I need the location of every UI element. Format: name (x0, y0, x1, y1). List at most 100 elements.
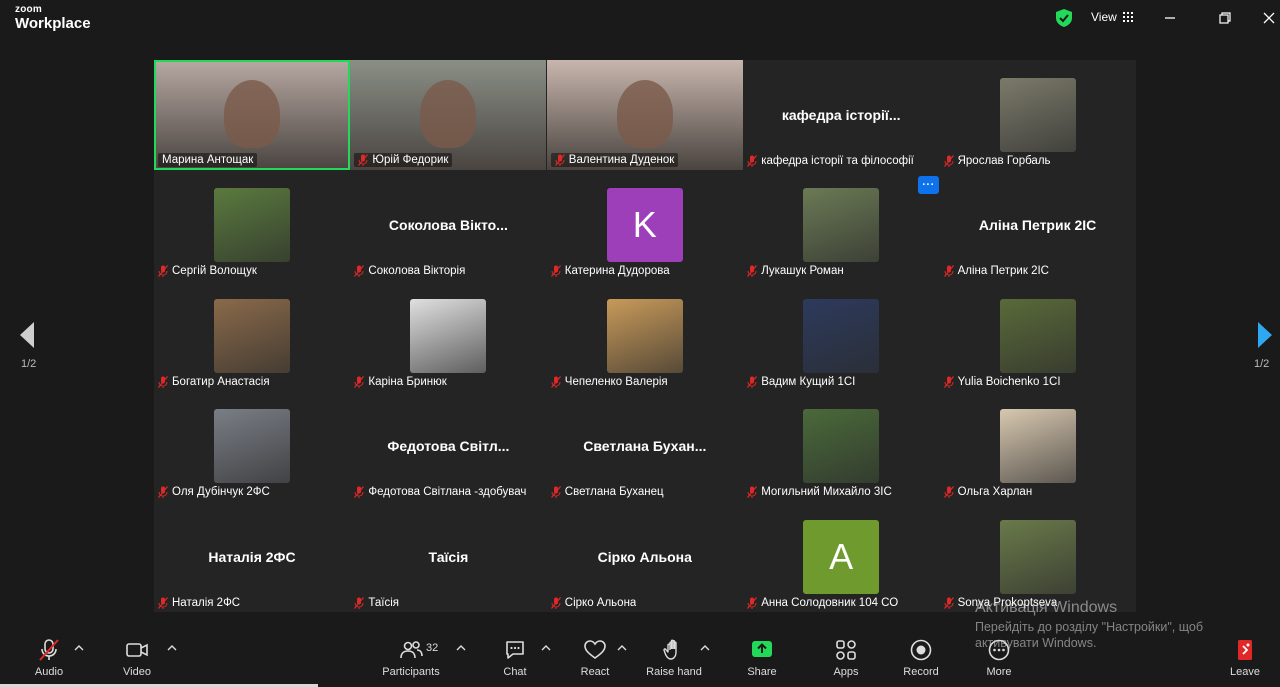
participant-tile[interactable]: Богатир Анастасія (154, 280, 350, 391)
participant-name-label: Катерина Дудорова (550, 265, 670, 278)
next-page-arrow-icon[interactable] (1254, 320, 1274, 350)
share-screen-button[interactable]: Share (730, 638, 794, 678)
record-button[interactable]: Record (889, 638, 953, 678)
muted-mic-icon (747, 155, 758, 167)
participant-tile[interactable]: Сірко Альона Сірко Альона (546, 501, 743, 612)
chat-options-chevron-icon[interactable] (541, 644, 551, 652)
participant-name-label: Наталія 2ФС (158, 597, 240, 609)
participant-name-label: Светлана Буханец (550, 486, 664, 499)
participant-tile[interactable]: Соколова Вікто... Соколова Вікторія (350, 170, 547, 281)
participant-name: Валентина Дуденок (568, 154, 675, 166)
participant-name-label: Федотова Світлана -здобувач (354, 486, 526, 499)
participant-tile[interactable]: Sonya Prokoptseva (939, 501, 1136, 612)
participant-name-label: Ольга Харлан (943, 486, 1033, 499)
video-button[interactable]: Video (105, 638, 169, 678)
muted-mic-icon (943, 596, 954, 609)
muted-microphone-icon (39, 639, 59, 661)
participant-display-name: кафедра історії... (781, 107, 901, 123)
muted-mic-icon (158, 375, 168, 388)
participant-avatar (803, 409, 880, 484)
participant-avatar (606, 298, 683, 373)
participant-tile[interactable]: Юрій Федорик (350, 60, 547, 170)
muted-mic-icon (554, 154, 565, 166)
participant-avatar (803, 188, 880, 263)
participant-display-name: Федотова Світл... (387, 438, 510, 455)
participant-name-label: Таїсія (354, 597, 399, 609)
tile-more-options-button[interactable]: ··· (918, 176, 939, 194)
muted-mic-icon (550, 265, 561, 278)
muted-mic-icon (354, 486, 365, 499)
participant-tile[interactable]: Валентина Дуденок (546, 60, 743, 170)
apps-label: Apps (833, 666, 859, 678)
participant-tile[interactable]: Аліна Петрик 2ІС Аліна Петрик 2ІС (939, 170, 1136, 281)
react-options-chevron-icon[interactable] (617, 644, 627, 652)
participant-tile[interactable]: Чепеленко Валерія (546, 280, 743, 391)
muted-mic-icon (747, 596, 758, 609)
participant-tile[interactable]: Каріна Бринюк (350, 280, 547, 391)
muted-mic-icon (747, 375, 758, 388)
participant-tile[interactable]: Федотова Світл... Федотова Світлана -здоб… (350, 391, 547, 502)
audio-button[interactable]: Audio (17, 638, 81, 678)
restore-button[interactable] (1215, 9, 1235, 27)
participant-name: Марина Антощак (162, 154, 254, 166)
participant-name: Ольга Харлан (957, 486, 1033, 499)
participant-tile[interactable]: Ярослав Горбаль (939, 60, 1136, 170)
participant-name: Аліна Петрик 2ІС (957, 265, 1049, 278)
close-button[interactable] (1259, 9, 1279, 27)
record-label: Record (903, 666, 939, 678)
participant-tile[interactable]: Марина Антощак (154, 60, 350, 170)
participant-name: Чепеленко Валерія (564, 375, 668, 388)
apps-button[interactable]: Apps (814, 638, 878, 678)
participant-initial-avatar: K (606, 188, 683, 263)
leave-button[interactable]: Leave (1213, 638, 1277, 678)
windows-activation-watermark: Активація Windows Перейдіть до розділу "… (975, 597, 1203, 652)
participant-tile[interactable]: Сергій Волощук (154, 170, 350, 281)
security-shield-icon[interactable] (1056, 9, 1072, 27)
participant-tile[interactable]: A Анна Солодовник 104 СО (743, 501, 940, 612)
view-label: View (1091, 10, 1117, 24)
view-button[interactable]: View (1091, 10, 1133, 24)
participant-tile[interactable]: Ольга Харлан (939, 391, 1136, 502)
participant-tile[interactable]: Могильний Михайло 3ІС (743, 391, 940, 502)
page-indicator-right: 1/2 (1254, 358, 1270, 370)
minimize-button[interactable] (1160, 9, 1180, 27)
participant-name-label: Вадим Кущий 1СІ (747, 376, 855, 388)
page-indicator-left: 1/2 (21, 358, 37, 370)
muted-mic-icon (943, 155, 954, 167)
raise-hand-button[interactable]: Raise hand (642, 638, 706, 678)
participant-avatar (999, 78, 1076, 152)
participant-avatar (803, 298, 880, 373)
participant-name-label: Могильний Михайло 3ІС (747, 486, 892, 499)
participants-options-chevron-icon[interactable] (456, 644, 466, 652)
participant-tile[interactable]: Оля Дубінчук 2ФС (154, 391, 350, 502)
participant-tile[interactable]: кафедра історії... кафедра історії та філ… (743, 60, 940, 170)
participant-tile[interactable]: Таїсія Таїсія (350, 501, 547, 612)
participants-icon (400, 641, 423, 659)
share-screen-icon (752, 641, 772, 657)
participant-count: 32 (426, 642, 439, 654)
participant-tile[interactable]: Yulia Boichenko 1CI (939, 280, 1136, 391)
participant-tile[interactable]: Лукашук Роман (743, 170, 940, 281)
participant-name: Yulia Boichenko 1CI (957, 375, 1061, 388)
participant-tile[interactable]: Наталія 2ФС Наталія 2ФС (154, 501, 350, 612)
participant-tile[interactable]: Вадим Кущий 1СІ (743, 280, 940, 391)
participant-tile[interactable]: Светлана Бухан... Светлана Буханец (546, 391, 743, 502)
muted-mic-icon (943, 265, 954, 278)
raise-hand-options-chevron-icon[interactable] (700, 644, 710, 652)
previous-page-arrow-icon[interactable] (18, 320, 38, 350)
app-logo: zoom Workplace (15, 4, 91, 32)
audio-options-chevron-icon[interactable] (74, 644, 84, 652)
participant-avatar (999, 298, 1076, 373)
chat-button[interactable]: Chat (483, 638, 547, 678)
participant-name-label: Анна Солодовник 104 СО (747, 597, 898, 609)
restore-icon (1219, 12, 1231, 24)
muted-mic-icon (354, 265, 365, 278)
heart-react-icon (584, 640, 606, 659)
participant-avatar (410, 298, 487, 373)
participant-tile[interactable]: K Катерина Дудорова (546, 170, 743, 281)
muted-mic-icon (550, 486, 561, 499)
participant-display-name: Наталія 2ФС (208, 548, 296, 565)
brand-small: zoom (15, 4, 42, 15)
muted-mic-icon (747, 486, 758, 499)
video-options-chevron-icon[interactable] (167, 644, 177, 652)
